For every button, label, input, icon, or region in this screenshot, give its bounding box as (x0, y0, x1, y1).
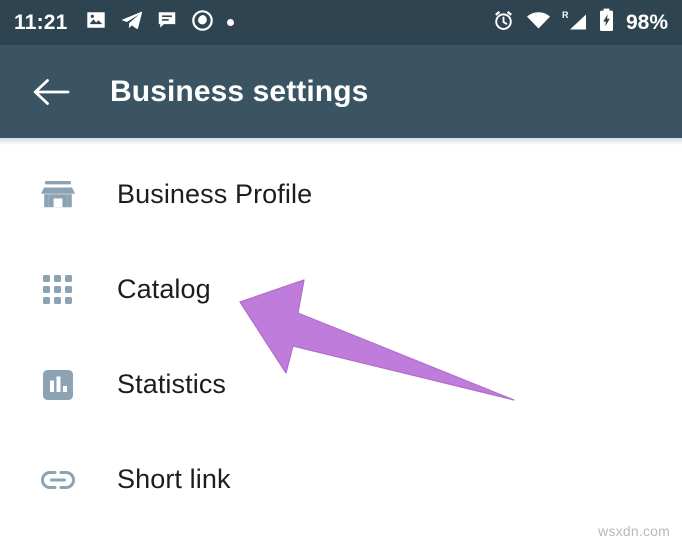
settings-list: Business Profile Catalog Statistics Shor… (0, 145, 682, 547)
list-item-label: Short link (117, 464, 231, 494)
vodafone-icon (191, 9, 214, 37)
svg-text:R: R (562, 10, 569, 20)
link-icon (36, 458, 80, 502)
app-bar-shadow (0, 138, 682, 145)
app-bar: Business settings (0, 45, 682, 138)
dot-icon (226, 19, 234, 26)
photo-icon (85, 9, 107, 36)
status-bar: 11:21 R 98% (0, 0, 682, 45)
battery-percent-label: 98% (625, 11, 668, 34)
list-item-label: Statistics (117, 369, 227, 399)
status-system-icons: R 98% (492, 8, 668, 37)
list-item-catalog[interactable]: Catalog (0, 242, 682, 337)
page-title: Business settings (110, 74, 369, 108)
alarm-clock-icon (492, 9, 515, 37)
status-time: 11:21 (14, 11, 68, 34)
message-icon (156, 9, 178, 36)
back-arrow-icon (33, 78, 70, 105)
grid-dots-icon (36, 268, 80, 312)
storefront-icon (36, 173, 80, 217)
battery-charging-icon (599, 8, 614, 37)
list-item-business-profile[interactable]: Business Profile (0, 147, 682, 242)
list-item-label: Business Profile (117, 179, 313, 209)
wifi-icon (526, 10, 551, 35)
watermark: wsxdn.com (598, 523, 670, 539)
list-item-statistics[interactable]: Statistics (0, 337, 682, 432)
list-item-label: Catalog (117, 274, 211, 304)
back-button[interactable] (30, 71, 72, 113)
bar-chart-icon (36, 363, 80, 407)
status-notification-icons (85, 9, 234, 37)
roaming-signal-icon: R (562, 9, 588, 37)
list-item-short-link[interactable]: Short link (0, 432, 682, 527)
telegram-icon (120, 9, 143, 37)
